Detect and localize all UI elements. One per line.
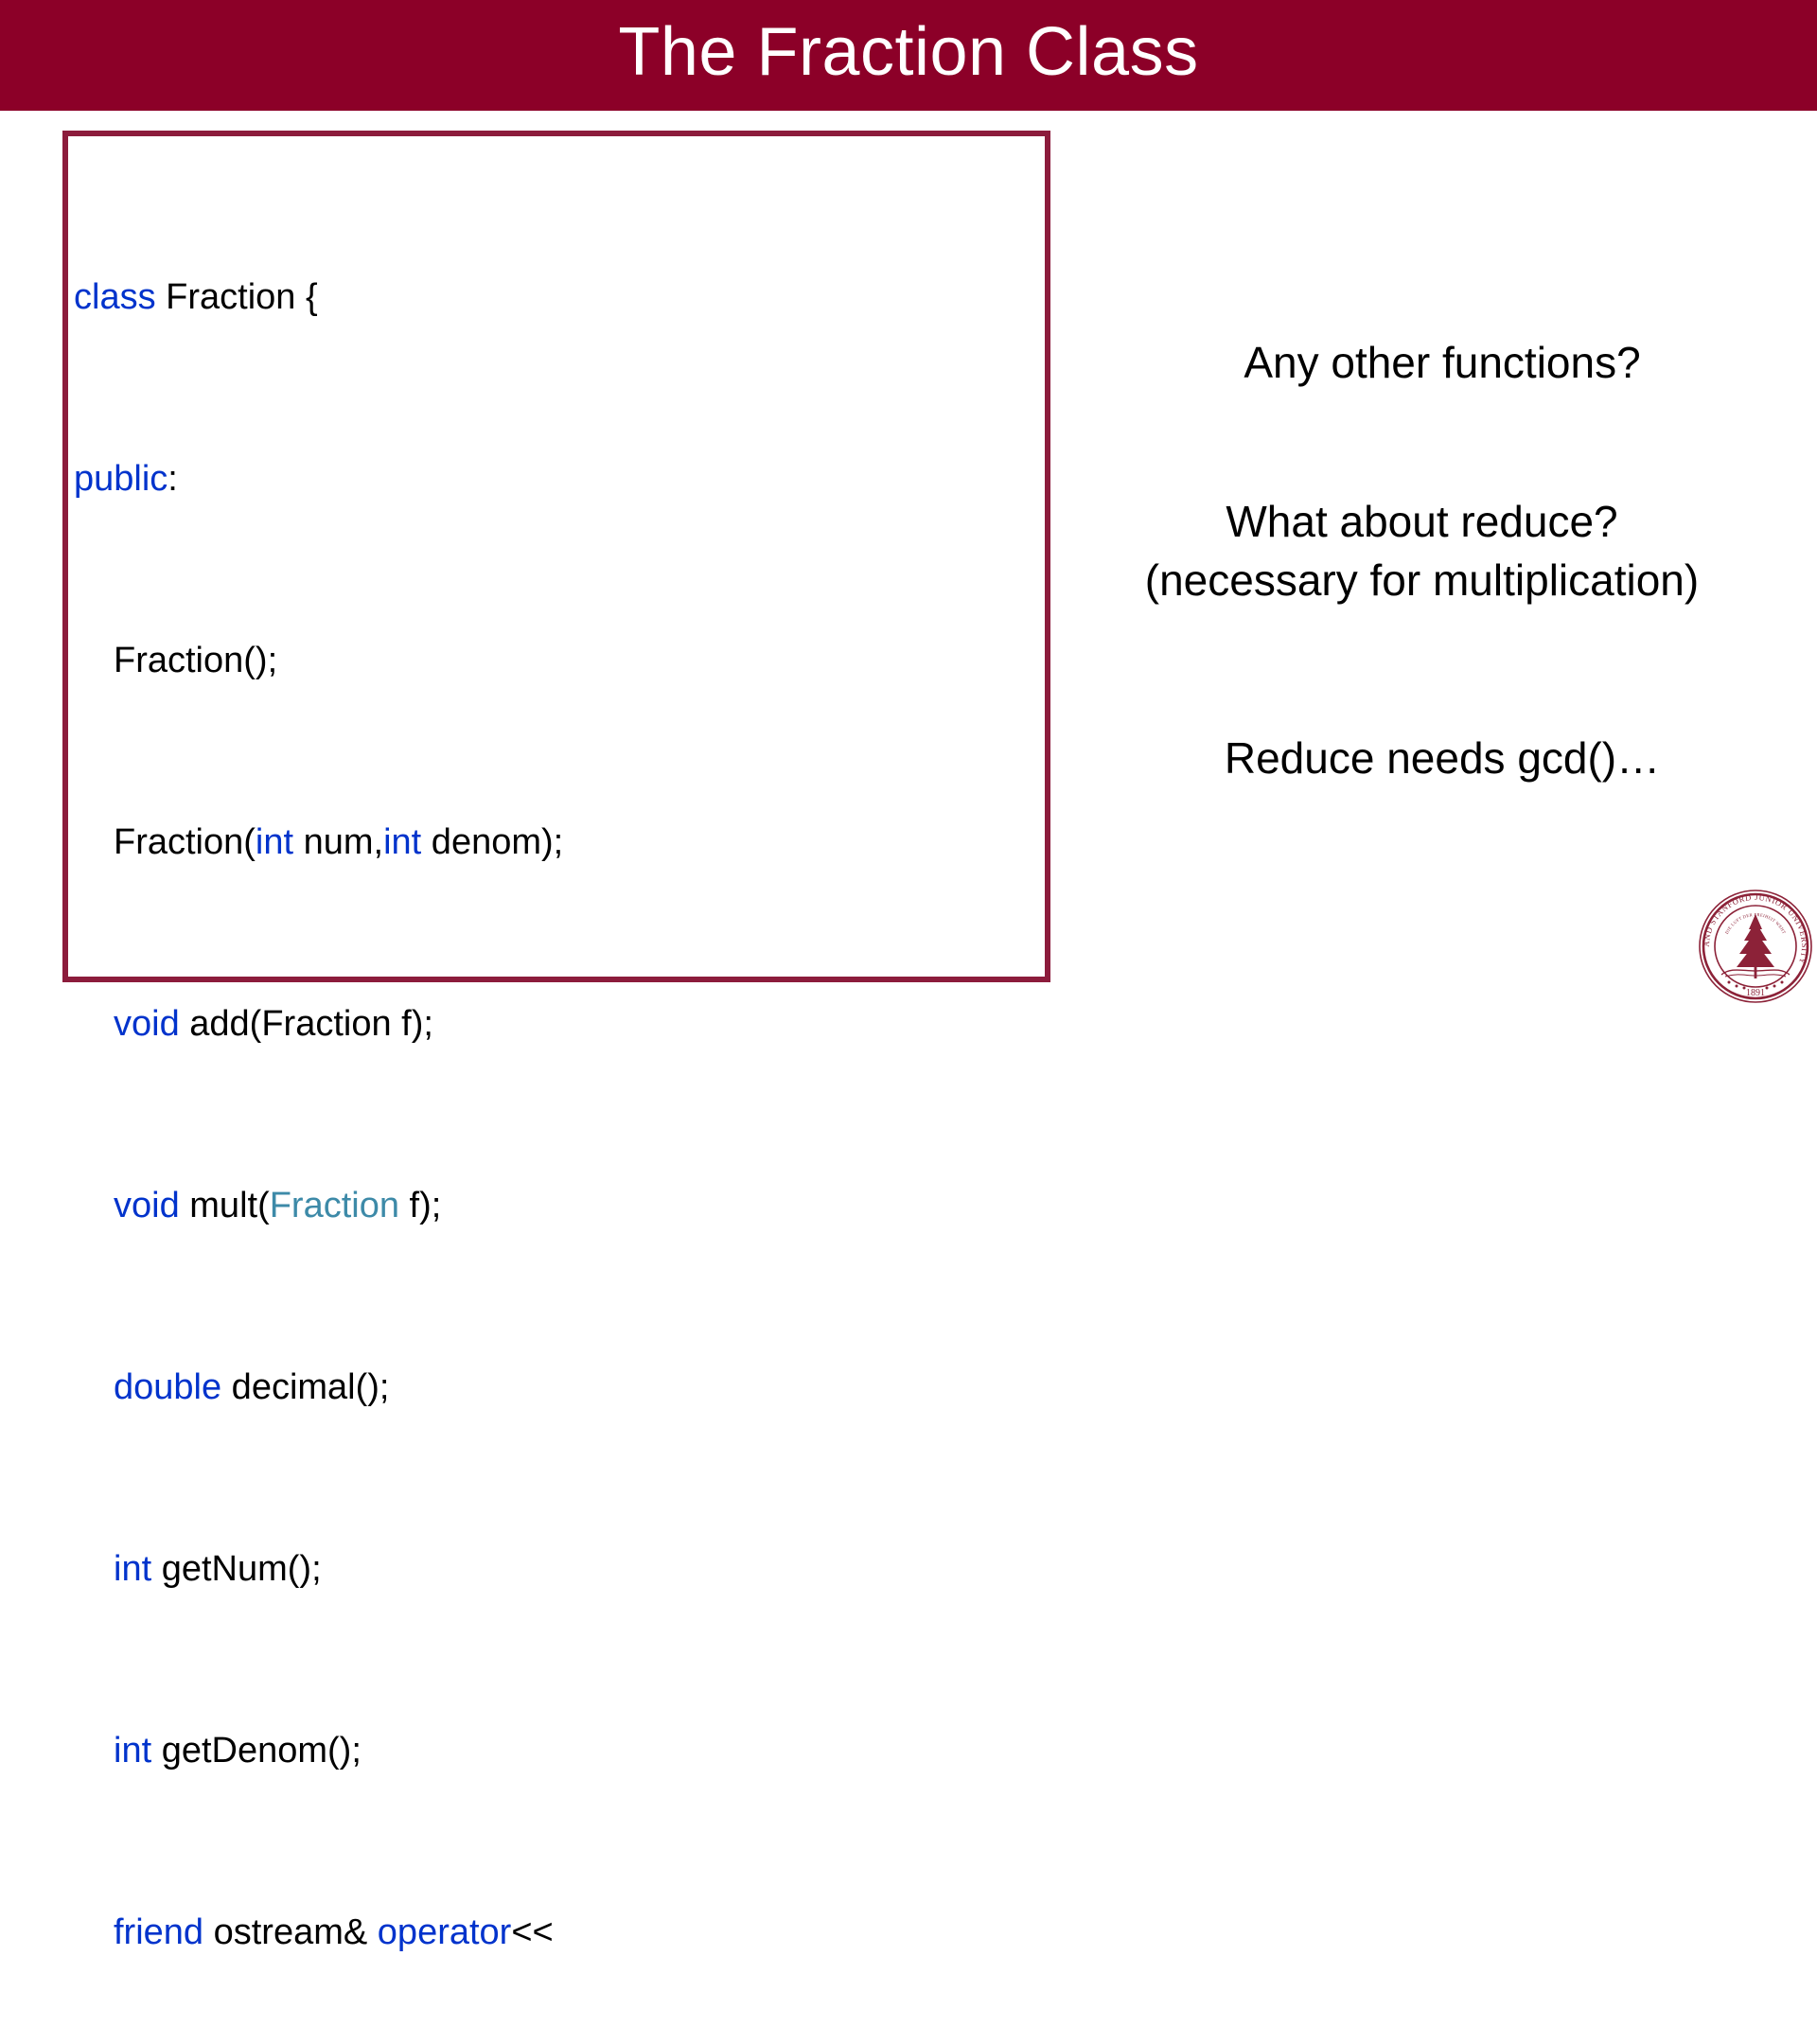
keyword-double: double: [114, 1367, 222, 1407]
keyword-friend: friend: [114, 1912, 204, 1952]
note-what-about-reduce: What about reduce? (necessary for multip…: [1027, 492, 1817, 609]
code-listing-box: class Fraction { public: Fraction(); Fra…: [62, 131, 1050, 1952]
keyword-public: public: [74, 459, 168, 499]
code-line-friend-operator: friend ostream& operator<<: [74, 1910, 1049, 1955]
code-line-10-a: ostream&: [203, 1912, 378, 1952]
stanford-seal-logo: LELAND STANFORD JUNIOR UNIVERSITY DIE LU…: [1697, 888, 1814, 1005]
code-line-param-ctor: Fraction(int num,int denom);: [74, 819, 1049, 865]
code-line-10-b: <<: [511, 1912, 554, 1952]
code-line-mult: void mult(Fraction f);: [74, 1183, 1049, 1228]
code-line-getnum: int getNum();: [74, 1546, 1049, 1592]
keyword-operator: operator: [377, 1912, 512, 1952]
code-line-6-a: mult(: [179, 1186, 270, 1225]
code-line-default-ctor: Fraction();: [74, 638, 1049, 683]
keyword-int-2: int: [383, 822, 422, 862]
code-line-public: public:: [74, 456, 1049, 502]
code-line-4-b: num,: [293, 822, 384, 862]
code-line-decimal: double decimal();: [74, 1365, 1049, 1410]
code-line-4-a: Fraction(: [114, 822, 256, 862]
keyword-int-getnum: int: [114, 1549, 152, 1589]
code-line-2-rest: :: [168, 459, 178, 499]
note-1-text: Any other functions?: [1244, 338, 1641, 387]
code-line-5-rest: add(Fraction f);: [179, 1004, 433, 1044]
code-line-1-rest: Fraction {: [155, 277, 318, 317]
keyword-class: class: [74, 277, 156, 317]
note-2-line-1: What about reduce?: [1226, 497, 1618, 546]
code-line-add: void add(Fraction f);: [74, 1001, 1049, 1047]
note-reduce-needs-gcd: Reduce needs gcd()…: [1067, 729, 1817, 787]
code-line-3-text: Fraction();: [114, 641, 278, 680]
keyword-void-mult: void: [114, 1186, 180, 1225]
code-line-7-rest: decimal();: [221, 1367, 390, 1407]
note-3-text: Reduce needs gcd()…: [1224, 733, 1661, 783]
code-line-6-b: f);: [399, 1186, 442, 1225]
code-line-4-c: denom);: [421, 822, 564, 862]
title-bar: The Fraction Class: [0, 0, 1817, 111]
keyword-int-getdenom: int: [114, 1731, 152, 1771]
note-2-line-2: (necessary for multiplication): [1144, 555, 1700, 605]
keyword-void-add: void: [114, 1004, 180, 1044]
code-line-8-rest: getNum();: [151, 1549, 322, 1589]
seal-year-label: 1891: [1746, 988, 1765, 998]
code-line-getdenom: int getDenom();: [74, 1728, 1049, 1773]
keyword-int-1: int: [255, 822, 294, 862]
note-any-other-functions: Any other functions?: [1067, 333, 1817, 392]
type-fraction: Fraction: [269, 1186, 399, 1225]
code-listing-text: class Fraction { public: Fraction(); Fra…: [74, 138, 1049, 2044]
page-title: The Fraction Class: [618, 14, 1199, 90]
code-line-9-rest: getDenom();: [151, 1731, 362, 1771]
code-line-class-decl: class Fraction {: [74, 274, 1049, 320]
